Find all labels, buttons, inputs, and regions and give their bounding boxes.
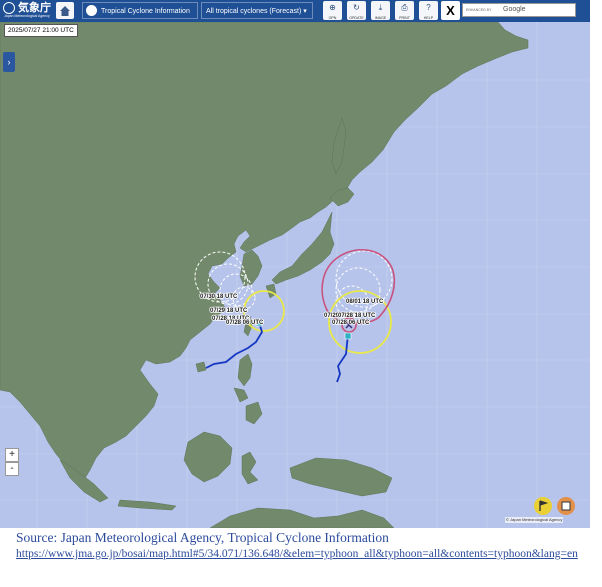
top-toolbar: 気象庁 Japan Meteorological Agency Tropical… [0,0,590,22]
help-button-label: HELP [423,16,434,20]
home-icon [60,6,70,16]
side-panel-toggle[interactable]: › [3,52,15,72]
storm-east-position-marker[interactable] [344,332,352,340]
image-button[interactable]: ⤓ IMAGE [371,1,390,20]
image-icon: ⤓ [378,3,383,12]
cyclone-selector-sub: (Forecast) [269,8,302,15]
jma-logo[interactable]: 気象庁 Japan Meteorological Agency [2,1,52,21]
google-search-box[interactable]: ENHANCED BY Google [462,3,576,17]
forecast-label: 08/01 18 UTC [346,299,384,305]
valid-time-label: 2025/07/27 21:00 UTC [4,24,78,37]
open-button[interactable]: ⊕ OPN [323,1,342,20]
help-icon: ? [426,3,431,12]
weather-map[interactable]: 07/30 18 UTC 07/29 18 UTC 07/28 18 UTC 0… [0,22,590,528]
layers-button[interactable] [557,497,575,515]
open-button-label: OPN [328,16,337,20]
forecast-label: 07/28 06 UTC [332,320,370,326]
forecast-label: 07/30 18 UTC [200,294,238,300]
print-button-label: PRINT [399,16,410,20]
zoom-in-button[interactable]: + [5,448,19,462]
legend-button[interactable] [534,497,552,515]
update-icon: ↻ [353,3,360,12]
cyclone-selector[interactable]: All tropical cyclones (Forecast) ▾ [201,2,313,19]
tropical-cyclone-menu-label: Tropical Cyclone Information [101,8,190,15]
logo-jp-text: 気象庁 [18,1,51,14]
chevron-down-icon: ▾ [303,8,307,15]
home-button[interactable] [56,2,74,19]
x-logo-icon: X [446,3,455,18]
cyclone-selector-label: All tropical cyclones [206,8,268,15]
update-button-label: OPDATE [349,16,364,20]
update-button[interactable]: ↻ OPDATE [347,1,366,20]
open-icon: ⊕ [329,3,336,12]
source-caption: Source: Japan Meteorological Agency, Tro… [16,530,389,545]
zoom-out-button[interactable]: - [5,462,19,476]
source-url-link[interactable]: https://www.jma.go.jp/bosai/map.html#5/3… [16,548,596,561]
forecast-label: 07/28 18 UTC [338,313,376,319]
search-prefix: ENHANCED BY [466,8,492,12]
print-button[interactable]: ⎙ PRINT [395,1,414,20]
jma-emblem-icon [3,2,15,14]
flag-icon [539,500,549,511]
hainan [195,361,207,373]
forecast-label: 07/29 18 UTC [210,308,248,314]
help-button[interactable]: ? HELP [419,1,438,20]
search-brand: Google [503,6,526,13]
x-share-button[interactable]: X [441,1,460,20]
tropical-cyclone-menu[interactable]: Tropical Cyclone Information [82,2,198,19]
book-icon [561,501,571,511]
map-attribution: © Japan Meteorological Agency [505,517,564,523]
map-application: 07/30 18 UTC 07/29 18 UTC 07/28 18 UTC 0… [0,0,590,528]
logo-en-text: Japan Meteorological Agency [4,14,50,18]
typhoon-icon [86,5,97,16]
forecast-label: 07/28 06 UTC [226,320,264,326]
image-button-label: IMAGE [374,16,387,20]
print-icon: ⎙ [401,3,408,12]
